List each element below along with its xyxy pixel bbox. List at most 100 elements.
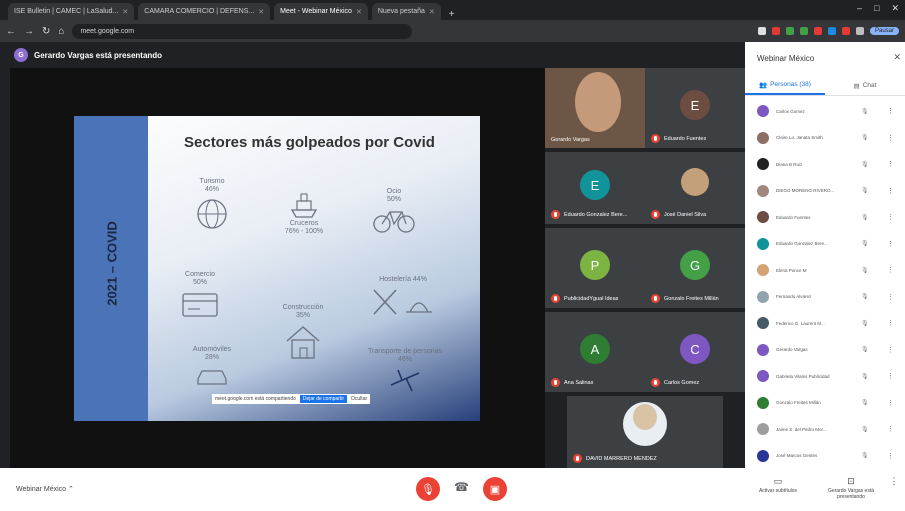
participant-tile[interactable]: A Ana Salinas xyxy=(545,312,645,392)
extension-icon[interactable] xyxy=(757,27,766,35)
people-icon: 👥 xyxy=(759,81,768,89)
forward-icon[interactable]: → xyxy=(24,26,34,37)
extensions-puzzle-icon[interactable] xyxy=(855,27,864,35)
meeting-details[interactable]: Webinar México ⌃ xyxy=(16,485,74,493)
sector-value: 28% xyxy=(204,354,219,362)
participant-name: Carlos Gomez xyxy=(651,378,699,387)
list-item[interactable]: Elena Ponce M 🎙 ⋮ xyxy=(745,257,905,284)
camera-toggle-button[interactable]: ▣ xyxy=(483,477,507,501)
browser-tab[interactable]: CAMARA COMERCIO | DEFENS... ✕ xyxy=(138,3,271,20)
more-options-icon[interactable]: ⋮ xyxy=(887,293,894,301)
captions-button[interactable]: ▭ Activar subtítulos xyxy=(750,476,806,494)
list-item[interactable]: Carlos Gomez 🎙 ⋮ xyxy=(745,98,905,125)
participant-tile[interactable]: C Carlos Gomez xyxy=(645,312,745,392)
presentation-button[interactable]: ⊡ Gerardo Vargas está presentando xyxy=(822,476,880,501)
close-icon[interactable]: ✕ xyxy=(429,8,435,16)
present-icon: ⊡ xyxy=(847,476,855,486)
tab-chat[interactable]: ▤ Chat xyxy=(825,76,905,95)
url-text: meet.google.com xyxy=(80,27,135,35)
mic-icon: 🎙 xyxy=(861,214,869,221)
participant-tile[interactable]: P PublicidadYgual Ideas xyxy=(545,228,645,308)
browser-tab[interactable]: Nueva pestaña ✕ xyxy=(371,3,441,20)
avatar xyxy=(757,237,769,250)
shared-slide: 2021 – COVID Sectores más golpeados por … xyxy=(74,116,480,421)
more-options-icon[interactable]: ⋮ xyxy=(887,452,894,460)
participant-tile-video[interactable]: Gerardo Vargas xyxy=(545,68,645,148)
mic-icon: 🎙 xyxy=(861,267,869,274)
list-item[interactable]: Eduardo Fuentes 🎙 ⋮ xyxy=(745,204,905,231)
address-bar: ← → ↻ ⌂ meet.google.com Pausar xyxy=(0,20,905,42)
more-options-icon[interactable]: ⋮ xyxy=(887,160,894,168)
presenter-banner: G Gerardo Vargas está presentando xyxy=(14,48,162,62)
pause-sync-button[interactable]: Pausar xyxy=(869,27,899,35)
back-icon[interactable]: ← xyxy=(6,26,16,37)
participant-list: Carlos Gomez 🎙 ⋮ Claire Lo. Janata Smith 🎙 ⋮… xyxy=(745,98,905,469)
new-tab-icon[interactable]: + xyxy=(445,9,459,20)
list-item[interactable]: Fernando Alvarez 🎙 ⋮ xyxy=(745,284,905,311)
maximize-icon[interactable]: □ xyxy=(874,3,879,14)
list-item[interactable]: Gerardo Vargas 🎙 ⋮ xyxy=(745,337,905,364)
stop-sharing-button[interactable]: Dejar de compartir xyxy=(299,395,348,403)
avatar xyxy=(757,370,769,383)
more-options-icon[interactable]: ⋮ xyxy=(887,240,894,248)
more-options-icon[interactable]: ⋮ xyxy=(887,399,894,407)
list-item[interactable]: Claire Lo. Janata Smith 🎙 ⋮ xyxy=(745,125,905,152)
sector-leisure: Ocio 50% xyxy=(364,188,424,233)
participant-tile[interactable]: E Eduardo Fuentes xyxy=(645,68,745,148)
participant-tile[interactable]: G Gonzalo Freites Millán xyxy=(645,228,745,308)
close-icon[interactable]: ✕ xyxy=(122,8,128,16)
more-options-icon[interactable]: ⋮ xyxy=(887,107,894,115)
browser-tab[interactable]: ISE Bulletin | CAMEC | LaSalud... ✕ xyxy=(8,3,135,20)
participant-tile[interactable]: E Eduardo Gonzalez Bere... xyxy=(545,152,645,224)
avatar xyxy=(757,449,769,462)
extension-icon[interactable] xyxy=(771,27,780,35)
participant-name: Eduardo Gonzalez Bere... xyxy=(776,241,828,247)
more-options-icon[interactable]: ⋮ xyxy=(887,213,894,221)
close-window-icon[interactable]: ✕ xyxy=(891,3,899,14)
participant-tile[interactable]: José Daniel Silva xyxy=(645,152,745,224)
extension-icon[interactable] xyxy=(813,27,822,35)
tab-people[interactable]: 👥 Personas (38) xyxy=(745,76,825,95)
camera-off-icon: ▣ xyxy=(489,483,501,496)
list-item[interactable]: Diana B Ruiz 🎙 ⋮ xyxy=(745,151,905,178)
extensions-area: Pausar xyxy=(757,27,899,35)
home-icon[interactable]: ⌂ xyxy=(58,26,64,37)
hide-button[interactable]: Ocultar xyxy=(351,396,367,402)
extension-icon[interactable] xyxy=(841,27,850,35)
minimize-icon[interactable]: – xyxy=(857,3,862,14)
more-options-icon[interactable]: ⋮ xyxy=(887,187,894,195)
url-field[interactable]: meet.google.com xyxy=(72,23,413,39)
hang-up-button[interactable]: ☎ xyxy=(454,480,469,494)
more-options-icon[interactable]: ⋮ xyxy=(887,425,894,433)
participant-name: Elena Ponce M xyxy=(776,267,807,273)
avatar: G xyxy=(680,250,710,280)
more-options-icon[interactable]: ⋮ xyxy=(888,476,900,488)
sector-value: 50% xyxy=(192,279,207,287)
close-icon[interactable]: ✕ xyxy=(356,8,362,16)
list-item[interactable]: Eduardo Gonzalez Bere... 🎙 ⋮ xyxy=(745,231,905,258)
microphone-toggle-button[interactable]: 🎙 xyxy=(416,477,440,501)
list-item[interactable]: Federico G. Laurent M... 🎙 ⋮ xyxy=(745,310,905,337)
tab-label: Nueva pestaña xyxy=(377,8,425,15)
list-item[interactable]: DIEGO MORENO RIVERO... 🎙 ⋮ xyxy=(745,178,905,205)
extension-icon[interactable] xyxy=(785,27,794,35)
list-item[interactable]: Gabriela Vilanis Publicidad 🎙 ⋮ xyxy=(745,363,905,390)
more-options-icon[interactable]: ⋮ xyxy=(887,346,894,354)
list-item[interactable]: Jaime S. del Pedro Mor... 🎙 ⋮ xyxy=(745,416,905,443)
mic-off-icon xyxy=(651,294,660,303)
extension-icon[interactable] xyxy=(827,27,836,35)
participant-tile-self[interactable]: DAVID MARRERO MENDEZ xyxy=(567,396,723,468)
close-icon[interactable]: ✕ xyxy=(893,52,901,63)
list-item[interactable]: José Marcos Gentes 🎙 ⋮ xyxy=(745,443,905,470)
browser-tab-active[interactable]: Meet - Webinar México ✕ xyxy=(274,3,368,20)
more-options-icon[interactable]: ⋮ xyxy=(887,266,894,274)
mic-icon: 🎙 xyxy=(861,453,869,460)
list-item[interactable]: Gonzalo Freites Millán 🎙 ⋮ xyxy=(745,390,905,417)
more-options-icon[interactable]: ⋮ xyxy=(887,372,894,380)
more-options-icon[interactable]: ⋮ xyxy=(887,319,894,327)
close-icon[interactable]: ✕ xyxy=(258,8,264,16)
extension-icon[interactable] xyxy=(799,27,808,35)
sector-tourism: Turismo 46% xyxy=(184,178,240,231)
more-options-icon[interactable]: ⋮ xyxy=(887,134,894,142)
reload-icon[interactable]: ↻ xyxy=(42,26,50,37)
